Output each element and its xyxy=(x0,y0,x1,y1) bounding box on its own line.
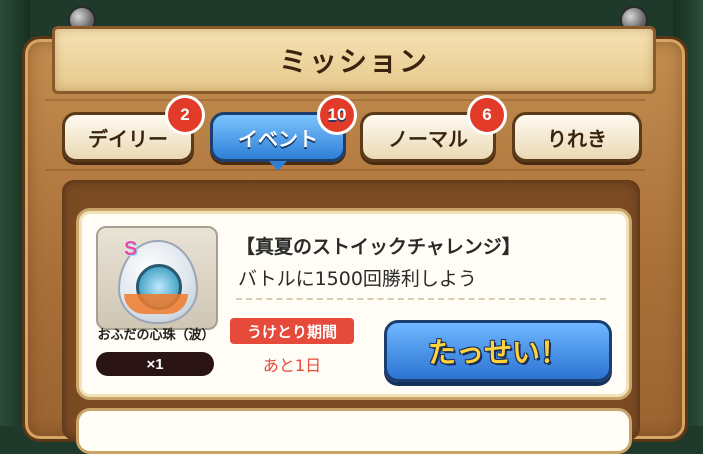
mission-description: バトルに1500回勝利しよう xyxy=(238,268,477,290)
page-title: ミッション xyxy=(278,45,429,78)
tab-label: ノーマル xyxy=(388,126,468,151)
divider xyxy=(236,298,606,300)
mission-card-next xyxy=(76,408,632,454)
tab-event[interactable]: イベント 10 xyxy=(210,95,357,171)
active-tab-pointer xyxy=(269,161,287,171)
tab-normal[interactable]: ノーマル 6 xyxy=(360,95,507,162)
orb-flame-icon xyxy=(124,294,188,314)
mission-title: 【真夏のストイックチャレンジ】 xyxy=(236,236,521,258)
tab-daily[interactable]: デイリー 2 xyxy=(62,95,205,162)
tab-label: りれき xyxy=(547,126,607,151)
achieve-button[interactable]: たっせい！ xyxy=(384,320,612,382)
receive-period-label: うけとり期間 xyxy=(230,318,354,344)
tab-badge: 6 xyxy=(467,95,507,135)
reward-quantity: ×1 xyxy=(96,352,214,376)
rank-badge: S xyxy=(124,238,138,260)
tab-badge: 10 xyxy=(317,95,357,135)
tab-label: イベント xyxy=(238,126,318,151)
tab-history[interactable]: りれき xyxy=(512,112,642,162)
title-plate: ミッション xyxy=(52,26,656,94)
tab-label: デイリー xyxy=(88,126,168,151)
reward-item-name: おふだの心珠（波） xyxy=(97,328,215,343)
achieve-button-label: たっせい！ xyxy=(427,336,568,369)
tab-badge: 2 xyxy=(165,95,205,135)
receive-period-remaining: あと1日 xyxy=(262,356,322,375)
